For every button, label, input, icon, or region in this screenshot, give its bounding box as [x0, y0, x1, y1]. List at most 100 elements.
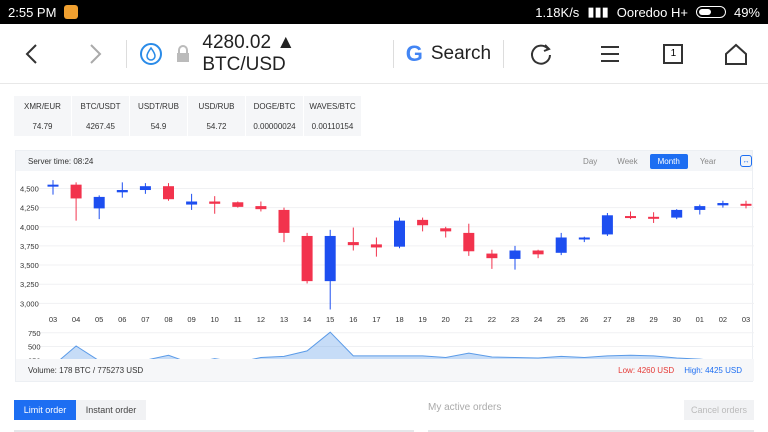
ticker-pair: BTC/USDT — [80, 101, 121, 111]
candlestick-chart: 4,500 4,250 4,000 3,750 3,500 3,250 3,000 03 04 0… — [20, 180, 756, 379]
price-chart-card: Server time: 08:24 Day Week Month Year ↔ 4,… — [15, 150, 756, 382]
ticker-pair: USDT/RUB — [138, 101, 179, 111]
x-tick-label: 18 — [395, 315, 403, 324]
volume-line — [52, 331, 747, 372]
x-tick-label: 08 — [164, 315, 172, 324]
x-tick-label: 17 — [372, 315, 380, 324]
menu-icon — [601, 45, 620, 62]
tabs-icon: 1 — [663, 43, 684, 64]
x-tick-label: 29 — [649, 315, 657, 324]
x-tick-label: 07 — [141, 315, 149, 324]
chevron-right-icon — [89, 43, 101, 64]
period-selector: Day Week Month Year — [575, 153, 730, 169]
x-tick-label: 10 — [211, 315, 219, 324]
candle-body — [163, 186, 174, 200]
candle-body — [440, 228, 452, 232]
forward-button[interactable] — [63, 24, 126, 84]
candle-body — [694, 206, 706, 210]
home-icon — [725, 43, 748, 65]
x-tick-label: 11 — [234, 315, 242, 324]
x-tick-label: 28 — [626, 315, 634, 324]
ticker-pair: DOGE/BTC — [253, 101, 296, 111]
candle-body — [139, 186, 151, 191]
expand-icon[interactable]: ↔ — [740, 155, 752, 167]
candle-body — [255, 206, 267, 210]
ticker-value: 0.00000024 — [253, 121, 296, 131]
reload-button[interactable] — [504, 24, 579, 84]
x-tick-label: 20 — [442, 315, 450, 324]
candle-body — [47, 184, 59, 187]
battery-icon — [695, 6, 726, 18]
period-year[interactable]: Year — [692, 154, 724, 169]
tabs-button[interactable]: 1 — [642, 24, 705, 84]
ticker-value: 0.00110154 — [311, 121, 354, 131]
volume-tick-label: 750 — [28, 329, 41, 338]
candle-body — [578, 237, 590, 240]
ticker-waves-btc[interactable]: WAVES/BTC 0.00110154 — [304, 96, 361, 136]
home-button[interactable] — [705, 24, 768, 84]
candle-body — [625, 216, 636, 219]
lock-icon — [176, 44, 189, 62]
candle-body — [370, 244, 382, 248]
droplet-icon — [140, 42, 163, 65]
tab-instant-order[interactable]: Instant order — [76, 400, 146, 420]
candle-body — [301, 235, 313, 282]
ticker-pair: USD/RUB — [198, 101, 235, 111]
ticker-doge-btc[interactable]: DOGE/BTC 0.00000024 — [246, 96, 303, 136]
x-tick-label: 15 — [326, 315, 334, 324]
x-tick-label: 13 — [280, 315, 288, 324]
candle-body — [186, 201, 198, 205]
candle-body — [486, 253, 498, 259]
candle-body — [532, 250, 544, 255]
address-bar[interactable]: 4280.02 ▲ BTC/USD — [127, 32, 381, 76]
y-tick-label: 3,750 — [20, 242, 39, 251]
x-tick-label: 26 — [580, 315, 588, 324]
candle-body — [717, 203, 729, 206]
high-price: High: 4425 USD — [684, 365, 742, 375]
x-tick-label: 16 — [349, 315, 357, 324]
x-tick-label: 19 — [418, 315, 426, 324]
candle-body — [394, 220, 405, 247]
cancel-orders-button[interactable]: Cancel orders — [684, 400, 754, 420]
low-price: Low: 4260 USD — [618, 365, 675, 375]
period-day[interactable]: Day — [575, 154, 605, 169]
battery-level: 49% — [733, 4, 760, 20]
ticker-xmr-eur[interactable]: XMR/EUR 74.79 — [14, 96, 71, 136]
ticker-value: 54.72 — [206, 121, 227, 131]
orders-panel: Limit order Instant order My active orde… — [14, 398, 754, 432]
x-tick-label: 05 — [95, 315, 103, 324]
x-tick-label: 25 — [557, 315, 565, 324]
y-tick-label: 3,000 — [20, 299, 39, 308]
signal-icon: ▮▮▮ — [587, 4, 609, 19]
address-text: 4280.02 ▲ BTC/USD — [202, 31, 296, 75]
tab-limit-order[interactable]: Limit order — [14, 400, 76, 420]
candle-body — [324, 235, 336, 282]
ticker-usd-rub[interactable]: USD/RUB 54.72 — [188, 96, 245, 136]
period-week[interactable]: Week — [609, 154, 645, 169]
candle-body — [417, 219, 429, 226]
y-tick-label: 4,250 — [20, 204, 39, 213]
x-tick-label: 03 — [49, 315, 57, 324]
candle-body — [93, 196, 105, 209]
ticker-usdt-rub[interactable]: USDT/RUB 54.9 — [130, 96, 187, 136]
x-tick-label: 24 — [534, 315, 542, 324]
volume-area — [53, 332, 746, 374]
network-speed: 1.18K/s — [535, 4, 580, 20]
back-button[interactable] — [0, 24, 63, 84]
status-bar: 2:55 PM 1.18K/s ▮▮▮ Ooredoo H+ 49% — [0, 0, 768, 24]
search-button[interactable]: G Search — [394, 41, 503, 67]
ticker-btc-usdt[interactable]: BTC/USDT 4267.45 — [72, 96, 129, 136]
active-orders-title: My active orders — [428, 402, 502, 413]
candle-body — [278, 209, 290, 233]
candle-body — [116, 190, 128, 193]
ticker-strip: XMR/EUR 74.79 BTC/USDT 4267.45 USDT/RUB 54.9 U… — [14, 96, 362, 136]
candle-body — [671, 209, 683, 218]
candle-body — [648, 216, 660, 219]
period-month[interactable]: Month — [649, 153, 688, 169]
x-tick-label: 06 — [118, 315, 126, 324]
x-tick-label: 03 — [742, 315, 750, 324]
y-tick-label: 3,250 — [20, 280, 39, 289]
volume-text: Volume: 178 BTC / 775273 USD — [28, 365, 144, 375]
status-time: 2:55 PM — [8, 4, 57, 20]
menu-button[interactable] — [579, 24, 642, 84]
